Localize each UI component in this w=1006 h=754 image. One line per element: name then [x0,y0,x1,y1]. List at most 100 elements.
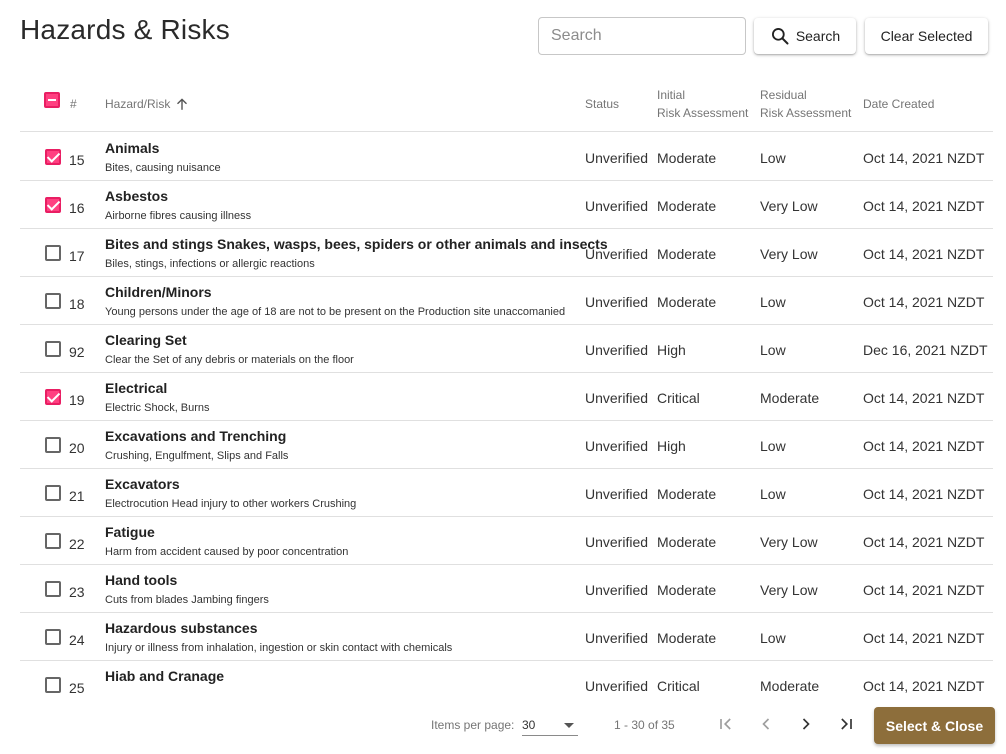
hazard-description: Bites, causing nuisance [105,162,221,174]
status-cell: Unverified [585,390,649,406]
clear-selected-button[interactable]: Clear Selected [865,18,988,54]
first-page-button[interactable] [714,712,738,736]
status-cell: Unverified [585,678,649,694]
search-icon [771,28,789,45]
date-created-cell: Oct 14, 2021 NZDT [863,678,985,694]
column-header-status: Status [585,97,620,111]
hazard-name: Excavators [105,476,180,492]
table-row[interactable]: 22 Fatigue Harm from accident caused by po… [20,517,993,565]
initial-risk-cell: Moderate [657,630,717,646]
row-checkbox[interactable] [45,629,61,645]
hazard-description: Injury or illness from inhalation, inges… [105,642,453,654]
date-created-cell: Oct 14, 2021 NZDT [863,534,985,550]
row-checkbox[interactable] [45,389,61,405]
items-per-page-select[interactable]: 30 [522,714,578,736]
row-checkbox[interactable] [45,533,61,549]
hazard-description: Crushing, Engulfment, Slips and Falls [105,450,289,462]
row-number: 18 [69,296,85,312]
search-button[interactable]: Search [754,18,856,54]
row-checkbox[interactable] [45,437,61,453]
date-created-cell: Oct 14, 2021 NZDT [863,150,985,166]
residual-risk-cell: Low [760,438,786,454]
next-page-button[interactable] [794,712,818,736]
date-created-cell: Oct 14, 2021 NZDT [863,630,985,646]
row-number: 17 [69,248,85,264]
hazard-name: Hiab and Cranage [105,668,225,684]
table-row[interactable]: 20 Excavations and Trenching Crushing, Eng… [20,421,993,469]
page-range-label: 1 - 30 of 35 [614,718,675,732]
row-checkbox[interactable] [45,341,61,357]
table-row[interactable]: 15 Animals Bites, causing nuisance Unverifi… [20,133,993,181]
initial-risk-cell: Moderate [657,486,717,502]
initial-risk-cell: Moderate [657,582,717,598]
date-created-cell: Dec 16, 2021 NZDT [863,342,988,358]
row-number: 20 [69,440,85,456]
status-cell: Unverified [585,534,649,550]
row-number: 19 [69,392,85,408]
column-header-residual-line2: Risk Assessment [760,106,852,120]
initial-risk-cell: High [657,438,686,454]
column-header-initial-line2: Risk Assessment [657,106,749,120]
hazard-description: Clear the Set of any debris or materials… [105,354,354,366]
initial-risk-cell: High [657,342,686,358]
status-cell: Unverified [585,150,649,166]
residual-risk-cell: Moderate [760,678,820,694]
row-number: 22 [69,536,85,552]
status-cell: Unverified [585,246,649,262]
row-checkbox[interactable] [45,197,61,213]
hazard-name: Electrical [105,380,168,396]
initial-risk-cell: Moderate [657,246,717,262]
initial-risk-cell: Critical [657,390,700,406]
column-header-initial: Initial Risk Assessment [657,86,748,122]
select-and-close-button[interactable]: Select & Close [874,707,995,744]
column-header-hazard[interactable]: Hazard/Risk [105,95,189,113]
initial-risk-cell: Moderate [657,294,717,310]
column-header-residual: Residual Risk Assessment [760,86,851,122]
status-cell: Unverified [585,294,649,310]
date-created-cell: Oct 14, 2021 NZDT [863,246,985,262]
initial-risk-cell: Critical [657,678,700,694]
row-checkbox[interactable] [45,149,61,165]
status-cell: Unverified [585,438,649,454]
table-row[interactable]: 92 Clearing Set Clear the Set of any debri… [20,325,993,373]
chevron-left-icon [762,718,770,730]
date-created-cell: Oct 14, 2021 NZDT [863,198,985,214]
search-input[interactable] [538,17,746,55]
column-header-number: # [70,97,77,111]
table-row[interactable]: 18 Children/Minors Young persons under the… [20,277,993,325]
hazard-name: Clearing Set [105,332,187,348]
search-button-label: Search [795,28,841,44]
initial-risk-cell: Moderate [657,534,717,550]
chevron-right-icon [802,718,810,730]
row-checkbox[interactable] [45,581,61,597]
table-row[interactable]: 19 Electrical Electric Shock, Burns Unverif… [20,373,993,421]
last-page-button[interactable] [834,712,858,736]
previous-page-button[interactable] [754,712,778,736]
row-checkbox[interactable] [45,245,61,261]
row-checkbox[interactable] [45,293,61,309]
caret-down-icon [564,723,574,728]
row-number: 15 [69,152,85,168]
table-row[interactable]: 17 Bites and stings Snakes, wasps, bees, … [20,229,993,277]
arrow-up-icon [177,98,188,110]
select-all-checkbox[interactable] [44,92,60,108]
column-header-hazard-label: Hazard/Risk [105,97,171,111]
date-created-cell: Oct 14, 2021 NZDT [863,486,985,502]
residual-risk-cell: Low [760,294,786,310]
row-checkbox[interactable] [45,485,61,501]
row-checkbox[interactable] [45,677,61,693]
table-row[interactable]: 23 Hand tools Cuts from blades Jambing fin… [20,565,993,613]
hazard-description: Cuts from blades Jambing fingers [105,594,269,606]
date-created-cell: Oct 14, 2021 NZDT [863,294,985,310]
residual-risk-cell: Very Low [760,198,818,214]
table-footer: Items per page: 30 1 - 30 of 35 Select &… [0,700,1006,754]
table-row[interactable]: 21 Excavators Electrocution Head injury to… [20,469,993,517]
hazard-description: Young persons under the age of 18 are no… [105,306,566,318]
residual-risk-cell: Low [760,150,786,166]
status-cell: Unverified [585,582,649,598]
table-row[interactable]: 24 Hazardous substances Injury or illness … [20,613,993,661]
row-number: 25 [69,680,85,696]
table-row[interactable]: 16 Asbestos Airborne fibres causing illnes… [20,181,993,229]
column-header-date: Date Created [863,97,935,111]
hazard-name: Hand tools [105,572,178,588]
